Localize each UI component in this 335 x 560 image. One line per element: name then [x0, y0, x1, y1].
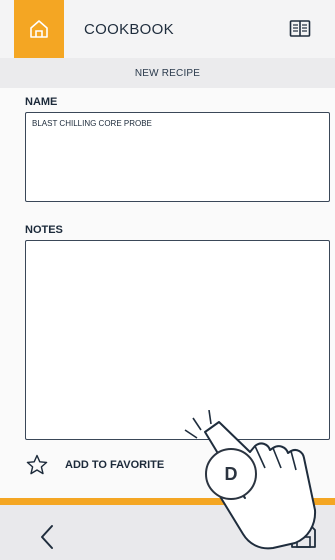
star-outline-icon [26, 454, 48, 475]
name-label: NAME [25, 96, 58, 108]
page-title: COOKBOOK [84, 20, 174, 38]
add-to-favorite-label: ADD TO FAVORITE [65, 459, 165, 471]
accent-divider [0, 498, 335, 505]
chevron-left-icon [41, 525, 53, 549]
notes-label: NOTES [25, 224, 63, 236]
name-field[interactable]: BLAST CHILLING CORE PROBE [25, 112, 330, 202]
save-button[interactable] [288, 521, 318, 551]
notes-field[interactable] [25, 240, 330, 440]
step-badge: D [205, 448, 257, 500]
home-icon [30, 20, 48, 38]
app-header: COOKBOOK [0, 0, 335, 58]
add-to-favorite-toggle[interactable]: ADD TO FAVORITE [25, 453, 164, 477]
book-button[interactable] [285, 14, 315, 44]
subheader: NEW RECIPE [0, 58, 335, 88]
back-button[interactable] [36, 522, 60, 552]
save-icon [291, 524, 316, 548]
footer-bar [0, 505, 335, 560]
home-button[interactable] [14, 0, 64, 58]
book-icon [289, 20, 311, 37]
